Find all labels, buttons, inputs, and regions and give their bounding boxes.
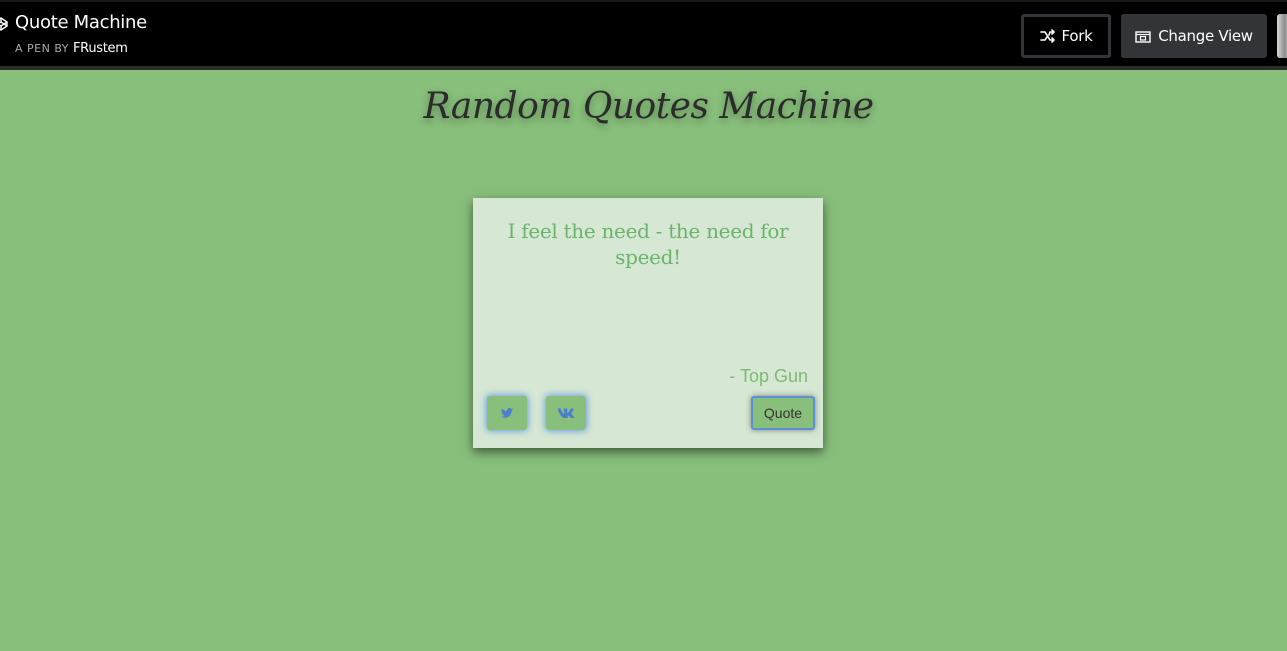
vk-icon [558, 408, 574, 418]
fork-label: Fork [1061, 27, 1093, 45]
vk-share-button[interactable] [546, 396, 586, 430]
quote-text: I feel the need - the need for speed! [507, 219, 789, 269]
change-view-button[interactable]: Change View [1121, 14, 1267, 58]
page-title: Random Quotes Machine [423, 86, 874, 127]
result-preview: Random Quotes Machine I feel the need - … [0, 70, 1287, 651]
fork-icon [1039, 29, 1055, 43]
codepen-header: Quote Machine A PEN BY FRustem Fork Chan… [0, 0, 1287, 70]
twitter-icon [501, 408, 513, 418]
quote-card: I feel the need - the need for speed! - … [473, 198, 823, 448]
fork-button[interactable]: Fork [1021, 14, 1111, 58]
quote-author: - Top Gun [729, 366, 808, 386]
change-view-icon [1135, 30, 1151, 43]
pen-byline: A PEN BY FRustem [15, 41, 128, 56]
pen-title: Quote Machine [15, 12, 147, 33]
user-avatar[interactable] [1277, 14, 1287, 58]
author-link[interactable]: FRustem [73, 41, 128, 56]
codepen-logo-icon[interactable] [0, 17, 8, 31]
tweet-button[interactable] [487, 396, 527, 430]
pen-by-label: A PEN BY [15, 42, 69, 55]
new-quote-button[interactable]: Quote [751, 396, 815, 430]
change-view-label: Change View [1158, 27, 1253, 45]
